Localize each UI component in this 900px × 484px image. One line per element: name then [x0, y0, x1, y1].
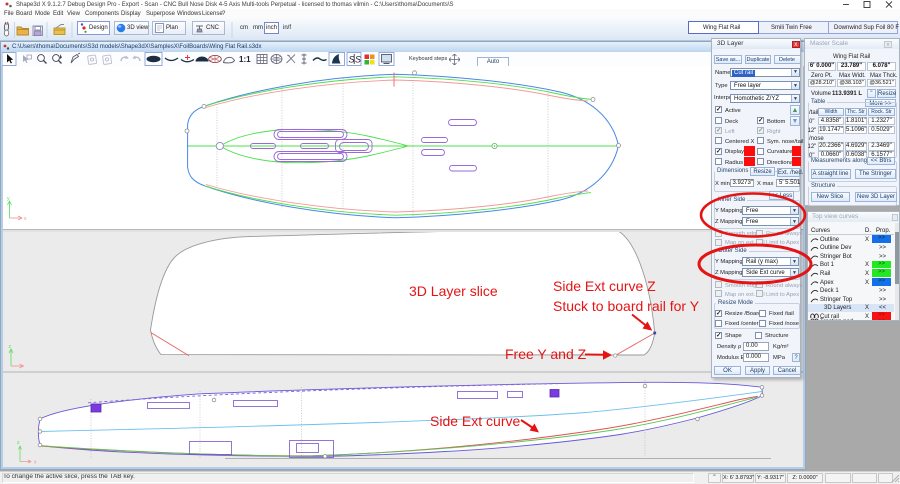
svg-text:1:1: 1:1	[239, 55, 251, 64]
svg-text:x: x	[34, 460, 37, 466]
svg-text:x: x	[24, 216, 27, 222]
svg-text:S: S	[349, 55, 355, 65]
svg-text:S: S	[355, 55, 361, 65]
svg-text:z: z	[17, 440, 20, 446]
